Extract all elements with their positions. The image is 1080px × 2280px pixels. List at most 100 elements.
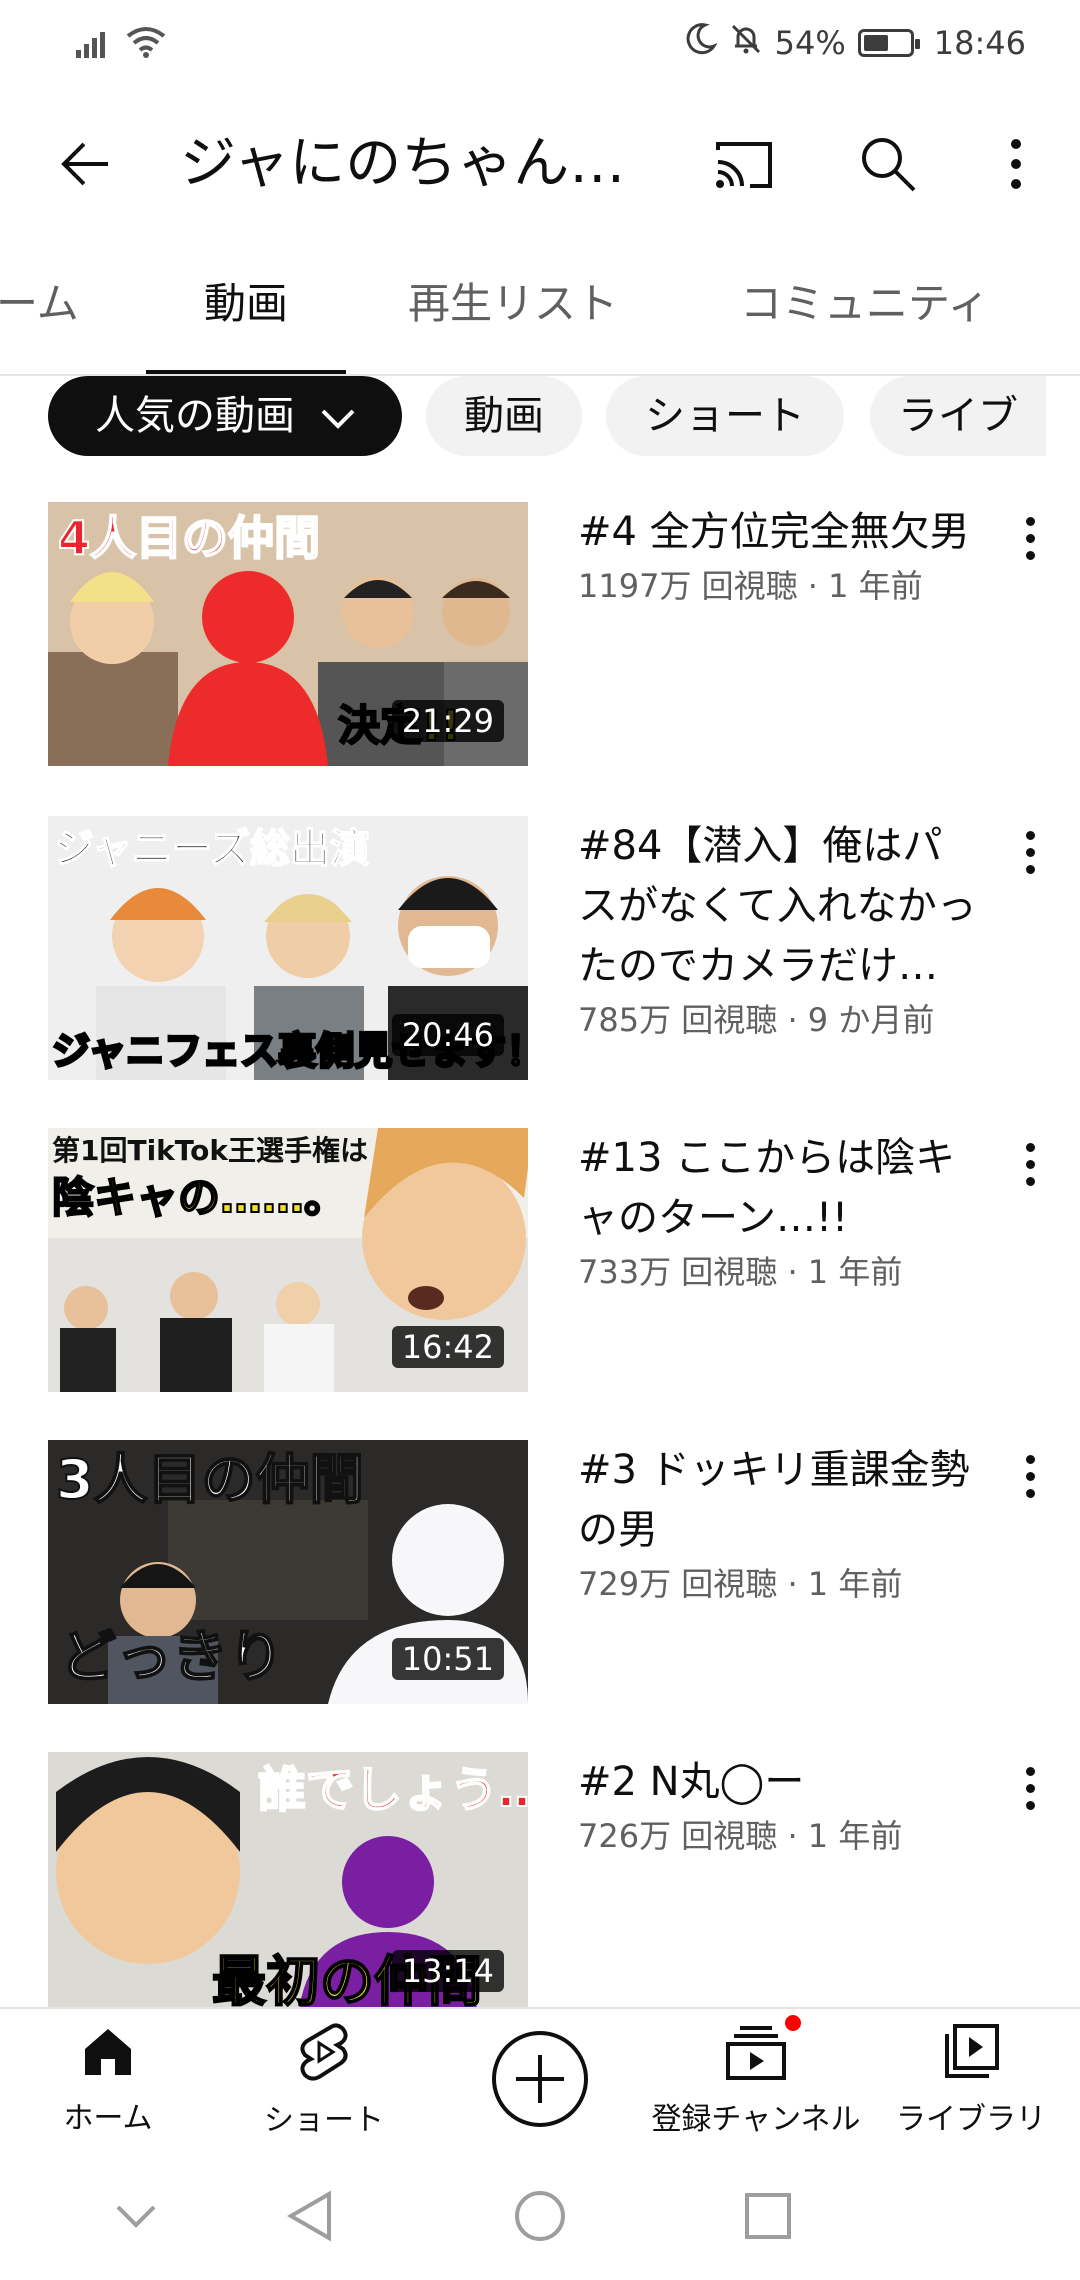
- nav-create[interactable]: [480, 2009, 600, 2152]
- tab-home[interactable]: ーム: [0, 232, 79, 374]
- tab-videos[interactable]: 動画: [204, 232, 288, 374]
- wifi-icon: [126, 26, 166, 62]
- system-navigation: [0, 2150, 1080, 2280]
- chip-popular-label: 人気の動画: [95, 393, 295, 439]
- upload-age: 1 年前: [807, 1817, 903, 1855]
- video-item[interactable]: 3人目の仲間 どっきり 10:51 #3 ドッキリ重課金勢の男 729万 回視聴…: [0, 1440, 1080, 1704]
- video-item[interactable]: ジャニーズ総出演 ジャニフェス裏側見せます！ 20:46 #84【潜入】俺はパス…: [0, 816, 1080, 1080]
- video-meta: #13 ここからは陰キャのターン…!! 733万 回視聴 · 1 年前: [578, 1128, 978, 1294]
- nav-library[interactable]: ライブラリ: [896, 2009, 1046, 2152]
- recents-square-icon[interactable]: [738, 2186, 798, 2246]
- nav-label: ホーム: [63, 2100, 153, 2136]
- view-count: 733万 回視聴: [578, 1253, 778, 1291]
- upload-age: 1 年前: [807, 1565, 903, 1603]
- channel-title: ジャにのちゃん…: [180, 131, 626, 196]
- view-count: 729万 回視聴: [578, 1565, 778, 1603]
- thumb-caption: 第1回TikTok王選手権は: [52, 1134, 368, 1167]
- status-right: 54% 18:46: [683, 22, 1026, 64]
- video-item[interactable]: 4人目の仲間 決定!! 21:29 #4 全方位完全無欠男 1197万 回視聴 …: [0, 502, 1080, 766]
- nav-label: ライブラリ: [896, 2101, 1046, 2137]
- chip-videos[interactable]: 動画: [426, 376, 582, 456]
- home-circle-icon[interactable]: [510, 2186, 570, 2246]
- more-vert-icon[interactable]: [984, 132, 1048, 196]
- clock: 18:46: [933, 24, 1026, 62]
- video-stats: 785万 回視聴 · 9 か月前: [578, 1001, 935, 1039]
- signal-icon: [76, 28, 112, 62]
- video-title[interactable]: #2 N丸◯ー: [578, 1752, 978, 1812]
- nav-label: ショート: [264, 2102, 384, 2138]
- search-icon[interactable]: [856, 132, 920, 196]
- thumb-caption: どっきり: [60, 1625, 284, 1690]
- bottom-navigation: ホーム ショート 登録チャンネル ライブラリ: [0, 2007, 1080, 2150]
- duration-badge: 21:29: [391, 700, 504, 742]
- back-triangle-icon[interactable]: [280, 2186, 340, 2246]
- nav-label: 登録チャンネル: [651, 2101, 861, 2137]
- duration-badge: 20:46: [391, 1014, 504, 1056]
- shorts-icon: [297, 2022, 351, 2085]
- view-count: 726万 回視聴: [578, 1817, 778, 1855]
- subscriptions-icon: [726, 2011, 804, 2084]
- duration-badge: 13:14: [391, 1950, 504, 1992]
- thumb-caption: 4人目の仲間: [58, 511, 320, 565]
- app-bar: ジャにのちゃん…: [0, 92, 1080, 232]
- more-vert-icon[interactable]: [1010, 1758, 1050, 1818]
- video-thumbnail[interactable]: 4人目の仲間 決定!! 21:29: [48, 502, 528, 766]
- back-arrow-icon[interactable]: [54, 132, 118, 196]
- duration-badge: 10:51: [391, 1638, 504, 1680]
- video-thumbnail[interactable]: 第1回TikTok王選手権は 陰キャの……。 16:42: [48, 1128, 528, 1392]
- cast-icon[interactable]: [712, 132, 776, 196]
- battery-percent: 54%: [774, 24, 846, 62]
- view-count: 785万 回視聴: [578, 1001, 778, 1039]
- library-icon: [943, 2023, 999, 2084]
- nav-shorts[interactable]: ショート: [254, 2009, 394, 2152]
- more-vert-icon[interactable]: [1010, 1446, 1050, 1506]
- video-thumbnail[interactable]: 誰でしょう…? 最初の仲間 13:14: [48, 1752, 528, 2016]
- create-plus-icon: [490, 2029, 590, 2133]
- view-count: 1197万 回視聴: [578, 567, 798, 605]
- mute-bell-icon: [729, 22, 763, 64]
- video-title[interactable]: #84【潜入】俺はパスがなくて入れなかったのでカメラだけ…: [578, 816, 978, 996]
- battery-icon: [857, 29, 920, 57]
- chevron-down-icon: [321, 376, 355, 456]
- thumb-caption: 陰キャの……。: [52, 1173, 346, 1222]
- video-thumbnail[interactable]: ジャニーズ総出演 ジャニフェス裏側見せます！ 20:46: [48, 816, 528, 1080]
- chip-popular[interactable]: 人気の動画: [48, 376, 402, 456]
- channel-tabs: ーム 動画 再生リスト コミュニティ: [0, 232, 1080, 376]
- video-stats: 729万 回視聴 · 1 年前: [578, 1565, 903, 1603]
- chevron-down-icon[interactable]: [106, 2186, 166, 2246]
- nav-subscriptions[interactable]: 登録チャンネル: [646, 2009, 866, 2152]
- chip-shorts[interactable]: ショート: [606, 376, 844, 456]
- more-vert-icon[interactable]: [1010, 1134, 1050, 1194]
- nav-home[interactable]: ホーム: [38, 2009, 178, 2152]
- video-meta: #4 全方位完全無欠男 1197万 回視聴 · 1 年前: [578, 502, 978, 608]
- status-left: [76, 26, 166, 62]
- status-bar: 54% 18:46: [0, 0, 1080, 92]
- filter-chips: 人気の動画 動画 ショート ライブ: [0, 376, 1080, 466]
- battery-fill: [863, 35, 888, 51]
- video-title[interactable]: #13 ここからは陰キャのターン…!!: [578, 1128, 978, 1248]
- upload-age: 9 か月前: [807, 1001, 935, 1039]
- video-item[interactable]: 誰でしょう…? 最初の仲間 13:14 #2 N丸◯ー 726万 回視聴 · 1…: [0, 1752, 1080, 2016]
- video-title[interactable]: #4 全方位完全無欠男: [578, 502, 978, 562]
- home-icon: [81, 2025, 135, 2083]
- notification-dot: [782, 2011, 804, 2034]
- video-thumbnail[interactable]: 3人目の仲間 どっきり 10:51: [48, 1440, 528, 1704]
- tab-community[interactable]: コミュニティ: [740, 232, 989, 374]
- thumb-caption: ジャニーズ総出演: [54, 826, 370, 872]
- more-vert-icon[interactable]: [1010, 508, 1050, 568]
- video-stats: 1197万 回視聴 · 1 年前: [578, 567, 923, 605]
- more-vert-icon[interactable]: [1010, 822, 1050, 882]
- video-meta: #84【潜入】俺はパスがなくて入れなかったのでカメラだけ… 785万 回視聴 ·…: [578, 816, 978, 1042]
- upload-age: 1 年前: [828, 567, 923, 605]
- video-stats: 733万 回視聴 · 1 年前: [578, 1253, 903, 1291]
- video-item[interactable]: 第1回TikTok王選手権は 陰キャの……。 16:42 #13 ここからは陰キ…: [0, 1128, 1080, 1392]
- moon-icon: [683, 22, 718, 64]
- chip-live[interactable]: ライブ: [870, 376, 1046, 456]
- upload-age: 1 年前: [807, 1253, 903, 1291]
- video-stats: 726万 回視聴 · 1 年前: [578, 1817, 903, 1855]
- duration-badge: 16:42: [391, 1326, 504, 1368]
- tab-playlists[interactable]: 再生リスト: [408, 232, 618, 374]
- thumb-caption: 3人目の仲間: [56, 1448, 364, 1511]
- video-title[interactable]: #3 ドッキリ重課金勢の男: [578, 1440, 978, 1560]
- thumb-caption: 誰でしょう…?: [258, 1762, 528, 1818]
